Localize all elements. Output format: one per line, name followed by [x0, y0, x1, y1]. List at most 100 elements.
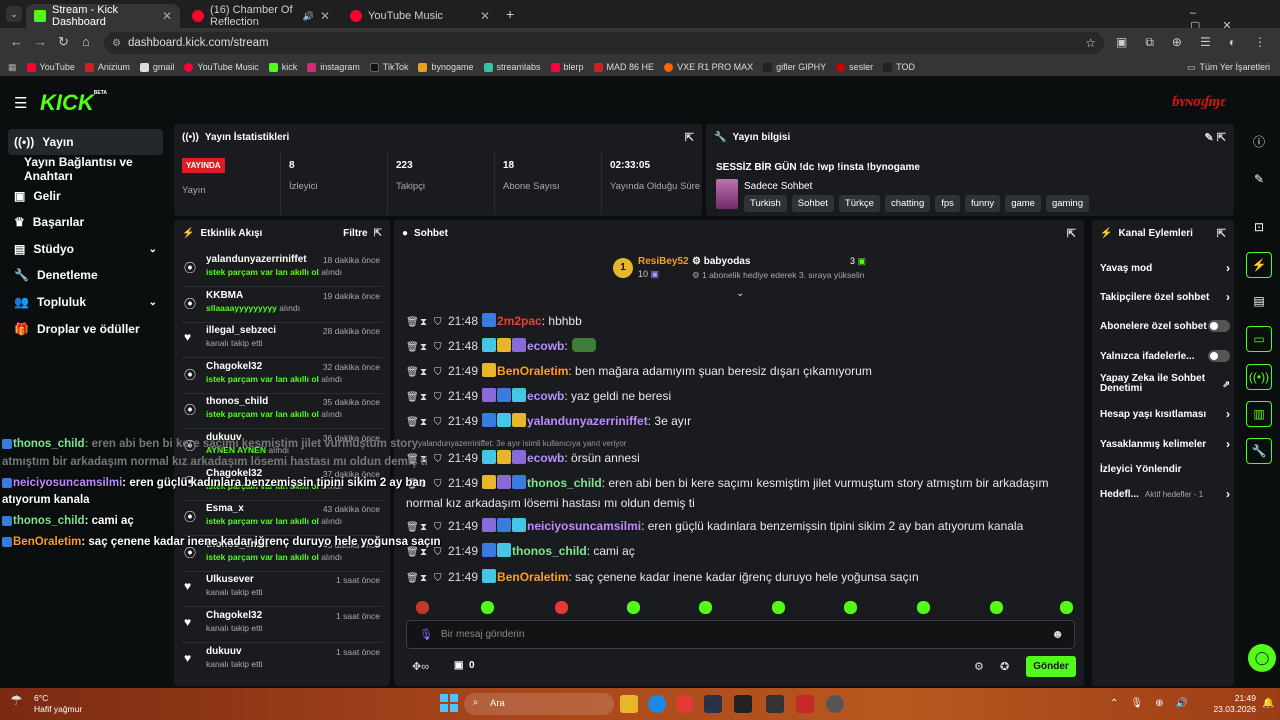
sidebar-item-basarilar[interactable]: ♛ Başarılar	[8, 209, 163, 235]
ban-shield-icon[interactable]: ⛉	[434, 451, 448, 469]
bookmark-gmail[interactable]: gmail	[139, 62, 174, 72]
edge-icon[interactable]	[648, 695, 666, 713]
delete-message-icon[interactable]: 🗑	[406, 364, 420, 382]
sidebar-item-yayin[interactable]: ((•)) Yayın	[8, 129, 163, 155]
chat-username[interactable]: ecowb	[527, 451, 564, 465]
close-tab-icon[interactable]: ✕	[480, 9, 490, 23]
broadcast-rail-icon[interactable]: ((•))	[1246, 364, 1272, 390]
chat-message[interactable]: 🗑⧗ ⛉ 21:49 BenOraletim: ben mağara adamıyım…	[406, 362, 1066, 382]
all-bookmarks-folder[interactable]: ▭ Tüm Yer İşaretleri	[1187, 62, 1270, 73]
url-field[interactable]: ⚙ dashboard.kick.com/stream ☆	[104, 32, 1104, 54]
chat-message[interactable]: 🗑⧗ ⛉ 21:49 neiciyosuncamsilmi: eren güçlü k…	[406, 517, 1066, 537]
ban-shield-icon[interactable]: ⛉	[434, 476, 448, 494]
mic-icon[interactable]: 🎙	[419, 628, 433, 641]
chat-username[interactable]: 2m2pac	[497, 314, 542, 328]
activity-item[interactable]: ⦿ KKBMA sllaaaayyyyyyyyy alındı 19 dakika ö…	[182, 288, 382, 324]
sidebar-item-denetleme[interactable]: 🔧 Denetleme	[8, 262, 163, 288]
tag-chip[interactable]: Türkçe	[838, 195, 880, 212]
chat-username[interactable]: neiciyosuncamsilmi	[527, 519, 641, 533]
ban-shield-icon[interactable]: ⛉	[434, 364, 448, 382]
timeout-icon[interactable]: ⧗	[420, 570, 434, 588]
emoji-icon[interactable]: ☻	[1051, 627, 1064, 641]
activity-item[interactable]: ♥ Ulkusever kanalı takip etti 1 saat önce	[182, 572, 382, 608]
bookmark-vxe[interactable]: VXE R1 PRO MAX	[664, 62, 753, 72]
activity-username[interactable]: KKBMA	[206, 290, 243, 301]
windows-start-icon[interactable]	[440, 694, 458, 712]
toggle-switch[interactable]	[1208, 320, 1230, 332]
system-tray-icons[interactable]: ⌃🎙⊕🔊	[1110, 698, 1200, 709]
bookmark-bynogame[interactable]: bynogame	[418, 62, 474, 72]
toggle-switch[interactable]	[1208, 350, 1230, 362]
emote-button[interactable]	[416, 601, 429, 614]
tag-chip[interactable]: fps	[935, 195, 960, 212]
activity-username[interactable]: Ulkusever	[206, 574, 254, 585]
channel-action-item[interactable]: Takipçilere özel sohbet ›	[1100, 287, 1230, 307]
chat-message[interactable]: 🗑⧗ ⛉ 21:49 thonos_child: eren abi ben bi ke…	[406, 474, 1066, 512]
ban-shield-icon[interactable]: ⛉	[434, 314, 448, 332]
bookmark-instagram[interactable]: instagram	[307, 62, 360, 72]
chrome-icon[interactable]	[676, 695, 694, 713]
back-icon[interactable]: ←	[10, 34, 23, 49]
send-button[interactable]: Gönder	[1026, 656, 1076, 677]
timeout-icon[interactable]: ⧗	[420, 364, 434, 382]
bookmark-mad86[interactable]: MAD 86 HE	[593, 62, 654, 72]
delete-message-icon[interactable]: 🗑	[406, 570, 420, 588]
chat-username[interactable]: ecowb	[527, 389, 564, 403]
audio-playing-icon[interactable]: 🔊	[303, 11, 314, 22]
category-name[interactable]: Sadece Sohbet	[744, 181, 812, 192]
channel-action-item[interactable]: Hedefl... Aktif hedefler - 1 ›	[1100, 484, 1230, 504]
steam-icon[interactable]	[704, 695, 722, 713]
sidebar-item-studyo[interactable]: ▤ Stüdyo ⌄	[8, 236, 163, 262]
chat-message[interactable]: 🗑⧗ ⛉ 21:49 ecowb: örsün annesi	[406, 449, 1066, 469]
bookmark-star-icon[interactable]: ☆	[1085, 36, 1096, 50]
filter-button[interactable]: Filtre	[343, 228, 367, 239]
popout-icon[interactable]: ⇱	[374, 228, 382, 239]
popout-icon[interactable]: ⇱	[685, 131, 694, 144]
activity-username[interactable]: Chagokel32	[206, 610, 262, 621]
emote-button[interactable]	[699, 601, 712, 614]
chat-message[interactable]: 🗑⧗ ⛉ 21:49 BenOraletim: saç çenene kadar in…	[406, 568, 1066, 588]
timeout-icon[interactable]: ⧗	[420, 519, 434, 537]
extension-icons[interactable]: ▣⧉⊕☰◐⋮	[1116, 35, 1280, 50]
channel-action-item[interactable]: Yapay Zeka ile Sohbet Denetimi ⇗	[1100, 374, 1230, 394]
new-tab-icon[interactable]: +	[506, 6, 514, 22]
sidebar-item-topluluk[interactable]: 👥 Topluluk ⌄	[8, 289, 163, 315]
menu-hamburger-icon[interactable]: ☰	[14, 94, 27, 112]
activity-item[interactable]: ♥ dukuuv kanalı takip etti 1 saat önce	[182, 644, 382, 680]
forward-icon[interactable]: →	[34, 34, 47, 49]
channel-action-item[interactable]: Abonelere özel sohbet	[1100, 316, 1230, 336]
close-tab-icon[interactable]: ✕	[162, 9, 172, 23]
tag-chip[interactable]: Turkish	[744, 195, 787, 212]
help-support-icon[interactable]: ◯	[1248, 644, 1276, 672]
tag-chip[interactable]: gaming	[1045, 195, 1090, 212]
file-explorer-icon[interactable]	[620, 695, 638, 713]
ban-shield-icon[interactable]: ⛉	[434, 389, 448, 407]
channel-action-item[interactable]: İzleyici Yönlendir	[1100, 459, 1230, 479]
activity-username[interactable]: illegal_sebzeci	[206, 325, 276, 336]
chat-icon[interactable]: ▭	[1246, 326, 1272, 352]
reload-icon[interactable]: ↻	[58, 34, 69, 50]
channel-points-icon[interactable]: ✥∞	[412, 660, 429, 673]
emote-button[interactable]	[1060, 601, 1073, 614]
bookmark-kick[interactable]: kick	[268, 62, 297, 72]
chat-message[interactable]: 🗑⧗ ⛉ 21:48 2m2pac: hbhbb	[406, 312, 1066, 332]
bookmark-tod[interactable]: TOD	[883, 62, 915, 72]
emote-button[interactable]	[627, 601, 640, 614]
sidebar-item-stream-key[interactable]: Yayın Bağlantısı ve Anahtarı	[18, 155, 173, 183]
category-thumbnail[interactable]	[716, 179, 738, 209]
activity-item[interactable]: ⦿ thonos_child istek parçam var lan akıllı…	[182, 394, 382, 430]
chat-username[interactable]: BenOraletim	[497, 570, 568, 584]
app-icon[interactable]	[734, 695, 752, 713]
emote-button[interactable]	[772, 601, 785, 614]
bookmark-youtube-music[interactable]: YouTube Music	[184, 62, 259, 72]
close-tab-icon[interactable]: ✕	[320, 9, 330, 23]
tab-chamber-of-reflection[interactable]: (16) Chamber Of Reflection 🔊 ✕	[184, 4, 338, 28]
kick-logo[interactable]: KICKBETA	[40, 90, 107, 116]
delete-message-icon[interactable]: 🗑	[406, 414, 420, 432]
chat-input[interactable]: 🎙 Bir mesaj gönderin ☻	[406, 620, 1075, 649]
activity-item[interactable]: ♥ Chagokel32 kanalı takip etti 1 saat önce	[182, 608, 382, 644]
tab-youtube-music[interactable]: YouTube Music ✕	[342, 4, 498, 28]
activity-username[interactable]: Esma_x	[206, 503, 244, 514]
sidebar-item-gelir[interactable]: ▣ Gelir	[8, 183, 163, 209]
delete-message-icon[interactable]: 🗑	[406, 389, 420, 407]
